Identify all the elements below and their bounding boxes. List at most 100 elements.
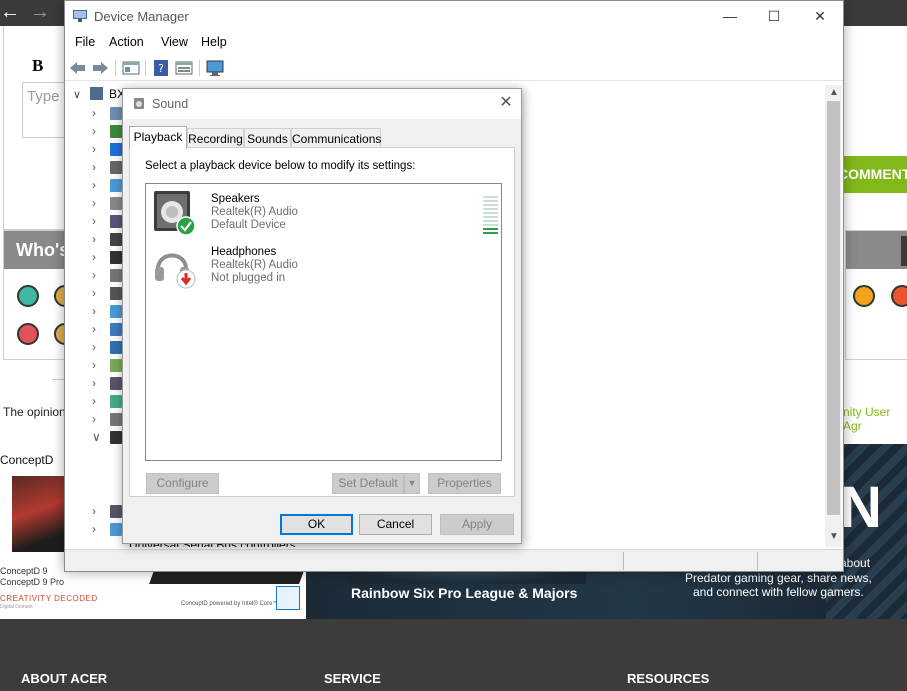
tree-category-row[interactable]: › <box>65 105 125 123</box>
collapsed-chevron-icon[interactable]: › <box>92 394 96 408</box>
properties-icon[interactable] <box>175 59 193 77</box>
device-name: Speakers <box>211 193 260 205</box>
tab-communications[interactable]: Communications <box>291 128 381 148</box>
show-hide-tree-icon[interactable] <box>122 59 140 77</box>
close-button[interactable]: ✕ <box>797 1 843 31</box>
scroll-up-arrow-icon[interactable]: ▲ <box>829 87 839 98</box>
sound-dialog[interactable]: Sound ✕ Playback Recording Sounds Commun… <box>122 88 522 544</box>
expand-chevron-icon[interactable]: ∨ <box>92 430 101 444</box>
minimize-button[interactable]: — <box>707 1 753 31</box>
footer-link-resources[interactable]: RESOURCES <box>627 671 709 686</box>
configure-button[interactable]: Configure <box>146 473 219 494</box>
tree-category-row[interactable]: › <box>65 303 125 321</box>
tree-category-row[interactable]: › <box>65 177 125 195</box>
tree-category-row[interactable]: › <box>65 159 125 177</box>
menu-view[interactable]: View <box>161 35 188 49</box>
user-avatar[interactable] <box>17 285 39 307</box>
help-icon[interactable]: ? <box>152 59 170 77</box>
properties-button[interactable]: Properties <box>428 473 501 494</box>
tree-category-row[interactable]: › <box>65 393 125 411</box>
device-status: Default Device <box>211 219 286 231</box>
tree-category-row[interactable]: › <box>65 285 125 303</box>
forward-icon[interactable] <box>91 59 109 77</box>
tree-category-row[interactable]: › <box>65 411 125 429</box>
sound-dialog-titlebar[interactable]: Sound ✕ <box>123 89 521 119</box>
collapsed-chevron-icon[interactable]: › <box>92 106 96 120</box>
expand-chevron-icon[interactable]: ∨ <box>73 88 81 101</box>
collapsed-chevron-icon[interactable]: › <box>92 412 96 426</box>
volume-level-meter <box>483 196 498 238</box>
back-arrow-icon[interactable]: ← <box>0 1 20 24</box>
back-icon[interactable] <box>69 59 87 77</box>
maximize-button[interactable]: ☐ <box>751 1 797 31</box>
tree-category-row[interactable]: ∨ <box>65 429 125 447</box>
footer-link-about[interactable]: ABOUT ACER <box>21 671 107 686</box>
tree-category-row[interactable]: › <box>65 503 125 521</box>
collapsed-chevron-icon[interactable]: › <box>92 504 96 518</box>
collapsed-chevron-icon[interactable]: › <box>92 232 96 246</box>
tab-sounds[interactable]: Sounds <box>244 128 291 148</box>
ad-body-line: and connect with fellow gamers. <box>693 585 864 599</box>
cancel-button[interactable]: Cancel <box>359 514 432 535</box>
tree-category-row[interactable]: › <box>65 195 125 213</box>
collapsed-chevron-icon[interactable]: › <box>92 160 96 174</box>
playback-device-list[interactable]: Speakers Realtek(R) Audio Default Device… <box>145 183 502 461</box>
comment-button[interactable]: COMMENT <box>838 156 907 193</box>
ok-button[interactable]: OK <box>280 514 353 535</box>
collapsed-chevron-icon[interactable]: › <box>92 304 96 318</box>
footer-link-service[interactable]: SERVICE <box>324 671 381 686</box>
tree-category-row[interactable]: › <box>65 213 125 231</box>
user-avatar[interactable] <box>891 285 907 307</box>
apply-button[interactable]: Apply <box>440 514 514 535</box>
scrollbar-thumb[interactable] <box>827 101 840 515</box>
collapsed-chevron-icon[interactable]: › <box>92 124 96 138</box>
forward-arrow-icon[interactable]: → <box>30 1 50 24</box>
tab-recording[interactable]: Recording <box>187 128 244 148</box>
tree-category-row[interactable]: › <box>65 267 125 285</box>
collapsed-chevron-icon[interactable]: › <box>92 142 96 156</box>
collapsed-chevron-icon[interactable]: › <box>92 214 96 228</box>
tree-category-row[interactable]: › <box>65 339 125 357</box>
collapsed-chevron-icon[interactable]: › <box>92 250 96 264</box>
collapsed-chevron-icon[interactable]: › <box>92 196 96 210</box>
tree-category-row[interactable]: › <box>65 249 125 267</box>
device-speakers[interactable]: Speakers Realtek(R) Audio Default Device <box>153 190 498 240</box>
collapsed-chevron-icon[interactable]: › <box>92 268 96 282</box>
user-agreement-link[interactable]: nity User Agr <box>843 405 907 433</box>
close-icon[interactable]: ✕ <box>495 92 517 114</box>
ad-product-line: ConceptD 9 <box>0 566 48 576</box>
tree-category-row[interactable]: › <box>65 123 125 141</box>
tab-strip: Playback Recording Sounds Communications <box>127 126 519 149</box>
vertical-scrollbar[interactable]: ▲ ▼ <box>825 85 842 547</box>
user-avatar[interactable] <box>853 285 875 307</box>
scroll-down-arrow-icon[interactable]: ▼ <box>829 531 839 542</box>
set-default-button[interactable]: Set Default <box>332 473 404 494</box>
device-driver: Realtek(R) Audio <box>211 259 298 271</box>
tree-category-row[interactable]: › <box>65 375 125 393</box>
tab-playback[interactable]: Playback <box>129 126 187 149</box>
meter-segment <box>483 208 498 210</box>
tree-category-row[interactable]: › <box>65 357 125 375</box>
bold-button[interactable]: B <box>32 56 43 76</box>
tree-category-row[interactable]: › <box>65 321 125 339</box>
device-headphones[interactable]: Headphones Realtek(R) Audio Not plugged … <box>153 243 493 293</box>
device-manager-titlebar[interactable]: Device Manager — ☐ ✕ <box>65 1 843 31</box>
collapsed-chevron-icon[interactable]: › <box>92 522 96 536</box>
collapsed-chevron-icon[interactable]: › <box>92 178 96 192</box>
tree-category-row[interactable]: › <box>65 231 125 249</box>
user-avatar[interactable] <box>17 323 39 345</box>
collapsed-chevron-icon[interactable]: › <box>92 340 96 354</box>
collapsed-chevron-icon[interactable]: › <box>92 322 96 336</box>
menu-help[interactable]: Help <box>201 35 227 49</box>
scan-hardware-icon[interactable] <box>206 59 224 77</box>
menu-file[interactable]: File <box>75 35 95 49</box>
tree-category-row[interactable]: › <box>65 141 125 159</box>
set-default-dropdown-icon[interactable]: ▼ <box>404 473 420 494</box>
menu-action[interactable]: Action <box>109 35 144 49</box>
instruction-text: Select a playback device below to modify… <box>145 160 416 172</box>
panel-header-accent <box>901 236 907 266</box>
collapsed-chevron-icon[interactable]: › <box>92 358 96 372</box>
tree-category-row[interactable]: › <box>65 521 125 539</box>
collapsed-chevron-icon[interactable]: › <box>92 376 96 390</box>
collapsed-chevron-icon[interactable]: › <box>92 286 96 300</box>
